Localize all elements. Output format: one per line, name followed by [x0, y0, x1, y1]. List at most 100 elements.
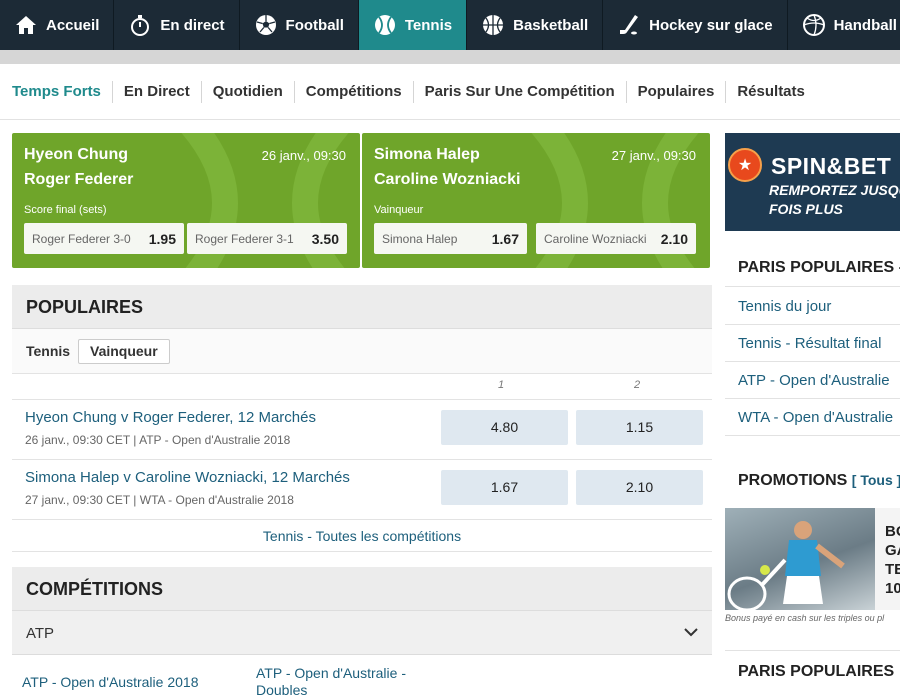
banner-title: SPIN&BET	[771, 153, 892, 179]
sidebar-link[interactable]: WTA - Open d'Australie	[725, 399, 900, 436]
column-1-label: 1	[498, 379, 505, 391]
sport-filter-label: Tennis	[26, 343, 71, 359]
sub-tabs: Temps Forts En Direct Quotidien Compétit…	[0, 64, 900, 120]
nav-tennis[interactable]: Tennis	[358, 0, 468, 50]
banner-subtitle: REMPORTEZ JUSQU FOIS PLUS	[769, 181, 900, 219]
promo-note: Bonus payé en cash sur les triples ou pl	[725, 613, 885, 623]
home-icon	[16, 16, 36, 34]
atp-accordion[interactable]: ATP	[12, 611, 712, 655]
chevron-down-icon	[684, 628, 698, 637]
tennis-player-illustration	[727, 521, 845, 610]
promo-line: 10	[885, 580, 900, 597]
section-title: PROMOTIONS [ Tous ]	[738, 472, 900, 490]
banner-line: REMPORTEZ JUSQU	[769, 182, 900, 198]
market-count: , 12 Marchés	[263, 469, 350, 486]
sidebar-link-label: WTA - Open d'Australie	[738, 409, 894, 426]
match-row: Hyeon Chung v Roger Federer, 12 Marchés …	[12, 400, 712, 460]
odds-value: 2.10	[660, 230, 688, 247]
match-title: Simona Halep v Caroline Wozniacki	[25, 469, 264, 486]
competition-link[interactable]: ATP - Open d'Australie 2018	[22, 674, 198, 691]
match-subtitle: 27 janv., 09:30 CET | WTA - Open d'Austr…	[25, 493, 294, 507]
tab-competitions[interactable]: Compétitions	[293, 80, 413, 103]
nav-label: En direct	[160, 16, 225, 34]
promotions-header: PROMOTIONS [ Tous ]	[725, 460, 900, 500]
match-title-link[interactable]: Simona Halep v Caroline Wozniacki, 12 Ma…	[25, 469, 350, 486]
nav-label: Hockey sur glace	[649, 16, 773, 34]
populaires-header: POPULAIRES	[12, 285, 712, 329]
tab-quotidien[interactable]: Quotidien	[200, 80, 294, 103]
odds-button[interactable]: Caroline Wozniacki 2.10	[536, 223, 696, 254]
nav-home[interactable]: Accueil	[0, 0, 115, 50]
tab-temps-forts[interactable]: Temps Forts	[0, 81, 112, 103]
sidebar-link[interactable]: Tennis du jour	[725, 288, 900, 325]
tab-populaires[interactable]: Populaires	[625, 80, 726, 103]
handball-icon	[802, 14, 825, 36]
match-date: 26 janv., 09:30	[261, 148, 346, 163]
market-filter-chip[interactable]: Vainqueur	[78, 339, 170, 364]
basketball-icon	[483, 15, 504, 35]
odds-column-header: 1 2	[12, 374, 712, 400]
nav-label: Basketball	[513, 16, 589, 34]
odds-button-1[interactable]: 1.67	[441, 470, 568, 505]
section-title: PARIS POPULAIRES	[738, 663, 895, 680]
player-2-name: Roger Federer	[24, 171, 134, 188]
stopwatch-icon	[131, 15, 150, 36]
football-icon	[255, 15, 276, 35]
promo-line: GA	[885, 542, 900, 559]
sport-nav: Accueil En direct Football Tennis Basket…	[0, 0, 900, 50]
sidebar-link-label: Tennis du jour	[738, 298, 832, 315]
nav-label: Tennis	[404, 16, 453, 34]
promotions-all-link[interactable]: [ Tous ]	[852, 472, 900, 488]
nav-label: Handball	[833, 16, 897, 34]
odds-button[interactable]: Roger Federer 3-0 1.95	[24, 223, 184, 254]
featured-match-card[interactable]: Simona Halep Caroline Wozniacki 27 janv.…	[362, 133, 710, 268]
tab-en-direct[interactable]: En Direct	[111, 80, 201, 103]
odds-button[interactable]: Roger Federer 3-1 3.50	[187, 223, 347, 254]
column-2-label: 2	[634, 379, 641, 391]
tab-paris-competition[interactable]: Paris Sur Une Compétition	[412, 80, 626, 103]
nav-handball[interactable]: Handball	[788, 0, 900, 50]
sidebar-link[interactable]: Tennis - Résultat final	[725, 325, 900, 362]
nav-basketball[interactable]: Basketball	[467, 0, 604, 50]
nav-football[interactable]: Football	[240, 0, 359, 50]
sidebar-link[interactable]: ATP - Open d'Australie	[725, 362, 900, 399]
promo-line: BO	[885, 523, 900, 540]
odds-value: 3.50	[311, 230, 339, 247]
odds-button-2[interactable]: 2.10	[576, 470, 703, 505]
populaires-filter: Tennis Vainqueur	[12, 329, 712, 374]
nav-label: Accueil	[46, 16, 100, 34]
nav-label: Football	[285, 16, 344, 34]
star-icon: ★	[737, 157, 753, 174]
player-1-name: Hyeon Chung	[24, 146, 128, 163]
nav-live[interactable]: En direct	[114, 0, 240, 50]
competition-link-line: Doubles	[256, 682, 308, 698]
market-label: Vainqueur	[374, 204, 424, 216]
paris-populaires-header: PARIS POPULAIRES - T	[725, 247, 900, 287]
sidebar-link-label: Tennis - Résultat final	[738, 335, 882, 352]
promotions-title: PROMOTIONS	[738, 472, 848, 489]
competitions-header: COMPÉTITIONS	[12, 567, 712, 611]
competition-link-line: ATP - Open d'Australie -	[256, 665, 406, 681]
odds-button-2[interactable]: 1.15	[576, 410, 703, 445]
paris-populaires-header-2: PARIS POPULAIRES	[725, 650, 900, 690]
featured-match-card[interactable]: Hyeon Chung Roger Federer 26 janv., 09:3…	[12, 133, 360, 268]
nav-divider-band	[0, 50, 900, 64]
odds-button[interactable]: Simona Halep 1.67	[374, 223, 527, 254]
match-subtitle: 26 janv., 09:30 CET | ATP - Open d'Austr…	[25, 433, 291, 447]
spin-and-bet-banner[interactable]: ★ SPIN&BET REMPORTEZ JUSQU FOIS PLUS	[725, 133, 900, 231]
odds-name: Caroline Wozniacki	[544, 231, 647, 246]
player-2-name: Caroline Wozniacki	[374, 171, 521, 188]
match-title-link[interactable]: Hyeon Chung v Roger Federer, 12 Marchés	[25, 409, 316, 426]
odds-name: Roger Federer 3-0	[32, 231, 131, 246]
match-row: Simona Halep v Caroline Wozniacki, 12 Ma…	[12, 460, 712, 520]
all-competitions-link[interactable]: Tennis - Toutes les compétitions	[12, 520, 712, 552]
promo-text: BO GA TE 10	[885, 522, 900, 598]
promo-banner[interactable]: BO GA TE 10	[725, 508, 900, 610]
nav-hockey[interactable]: Hockey sur glace	[603, 0, 788, 50]
match-date: 27 janv., 09:30	[611, 148, 696, 163]
odds-button-1[interactable]: 4.80	[441, 410, 568, 445]
competition-link[interactable]: ATP - Open d'Australie - Doubles	[256, 665, 406, 699]
odds-value: 1.95	[148, 230, 176, 247]
tab-resultats[interactable]: Résultats	[725, 80, 816, 103]
odds-name: Simona Halep	[382, 231, 458, 246]
